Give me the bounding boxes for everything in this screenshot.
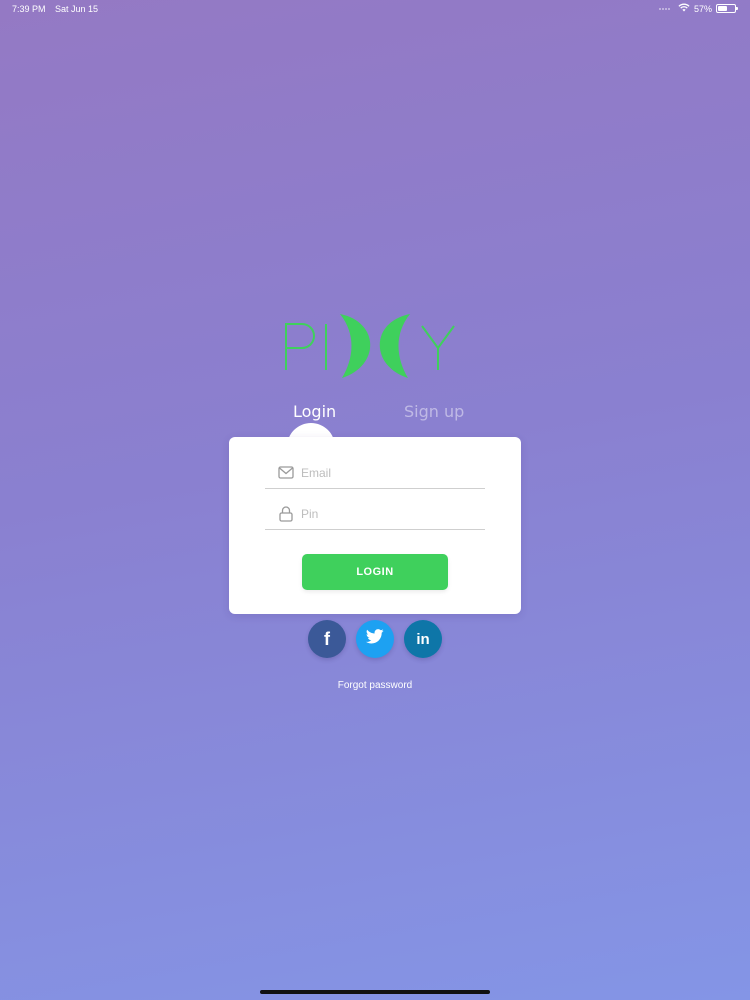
twitter-button[interactable]	[356, 620, 394, 658]
battery-percent: 57%	[693, 3, 712, 14]
pin-field	[265, 498, 485, 530]
battery-icon	[716, 4, 738, 13]
linkedin-button[interactable]: in	[404, 620, 442, 658]
twitter-bird-icon	[365, 629, 384, 649]
pixy-logo	[280, 310, 470, 380]
wifi-icon	[678, 3, 690, 14]
facebook-button[interactable]: f	[308, 620, 346, 658]
lock-icon	[275, 503, 297, 525]
forgot-password-link[interactable]: Forgot password	[0, 680, 750, 691]
signal-icon	[658, 7, 670, 10]
facebook-icon: f	[324, 628, 330, 649]
status-indicators: 57%	[658, 3, 738, 14]
email-input[interactable]	[301, 465, 471, 480]
linkedin-icon: in	[416, 630, 430, 648]
login-button[interactable]: LOGIN	[302, 554, 448, 590]
tab-signup[interactable]: Sign up	[404, 402, 464, 421]
status-bar: 7:39 PM Sat Jun 15 57%	[0, 0, 750, 20]
mail-icon	[275, 462, 297, 484]
tab-login[interactable]: Login	[293, 402, 336, 421]
home-indicator[interactable]	[260, 990, 490, 994]
status-time: 7:39 PM	[12, 4, 46, 14]
battery-fill	[718, 6, 728, 11]
login-card: LOGIN	[229, 437, 521, 614]
status-date: Sat Jun 15	[55, 4, 99, 14]
email-field	[265, 457, 485, 489]
pin-input[interactable]	[301, 506, 471, 521]
